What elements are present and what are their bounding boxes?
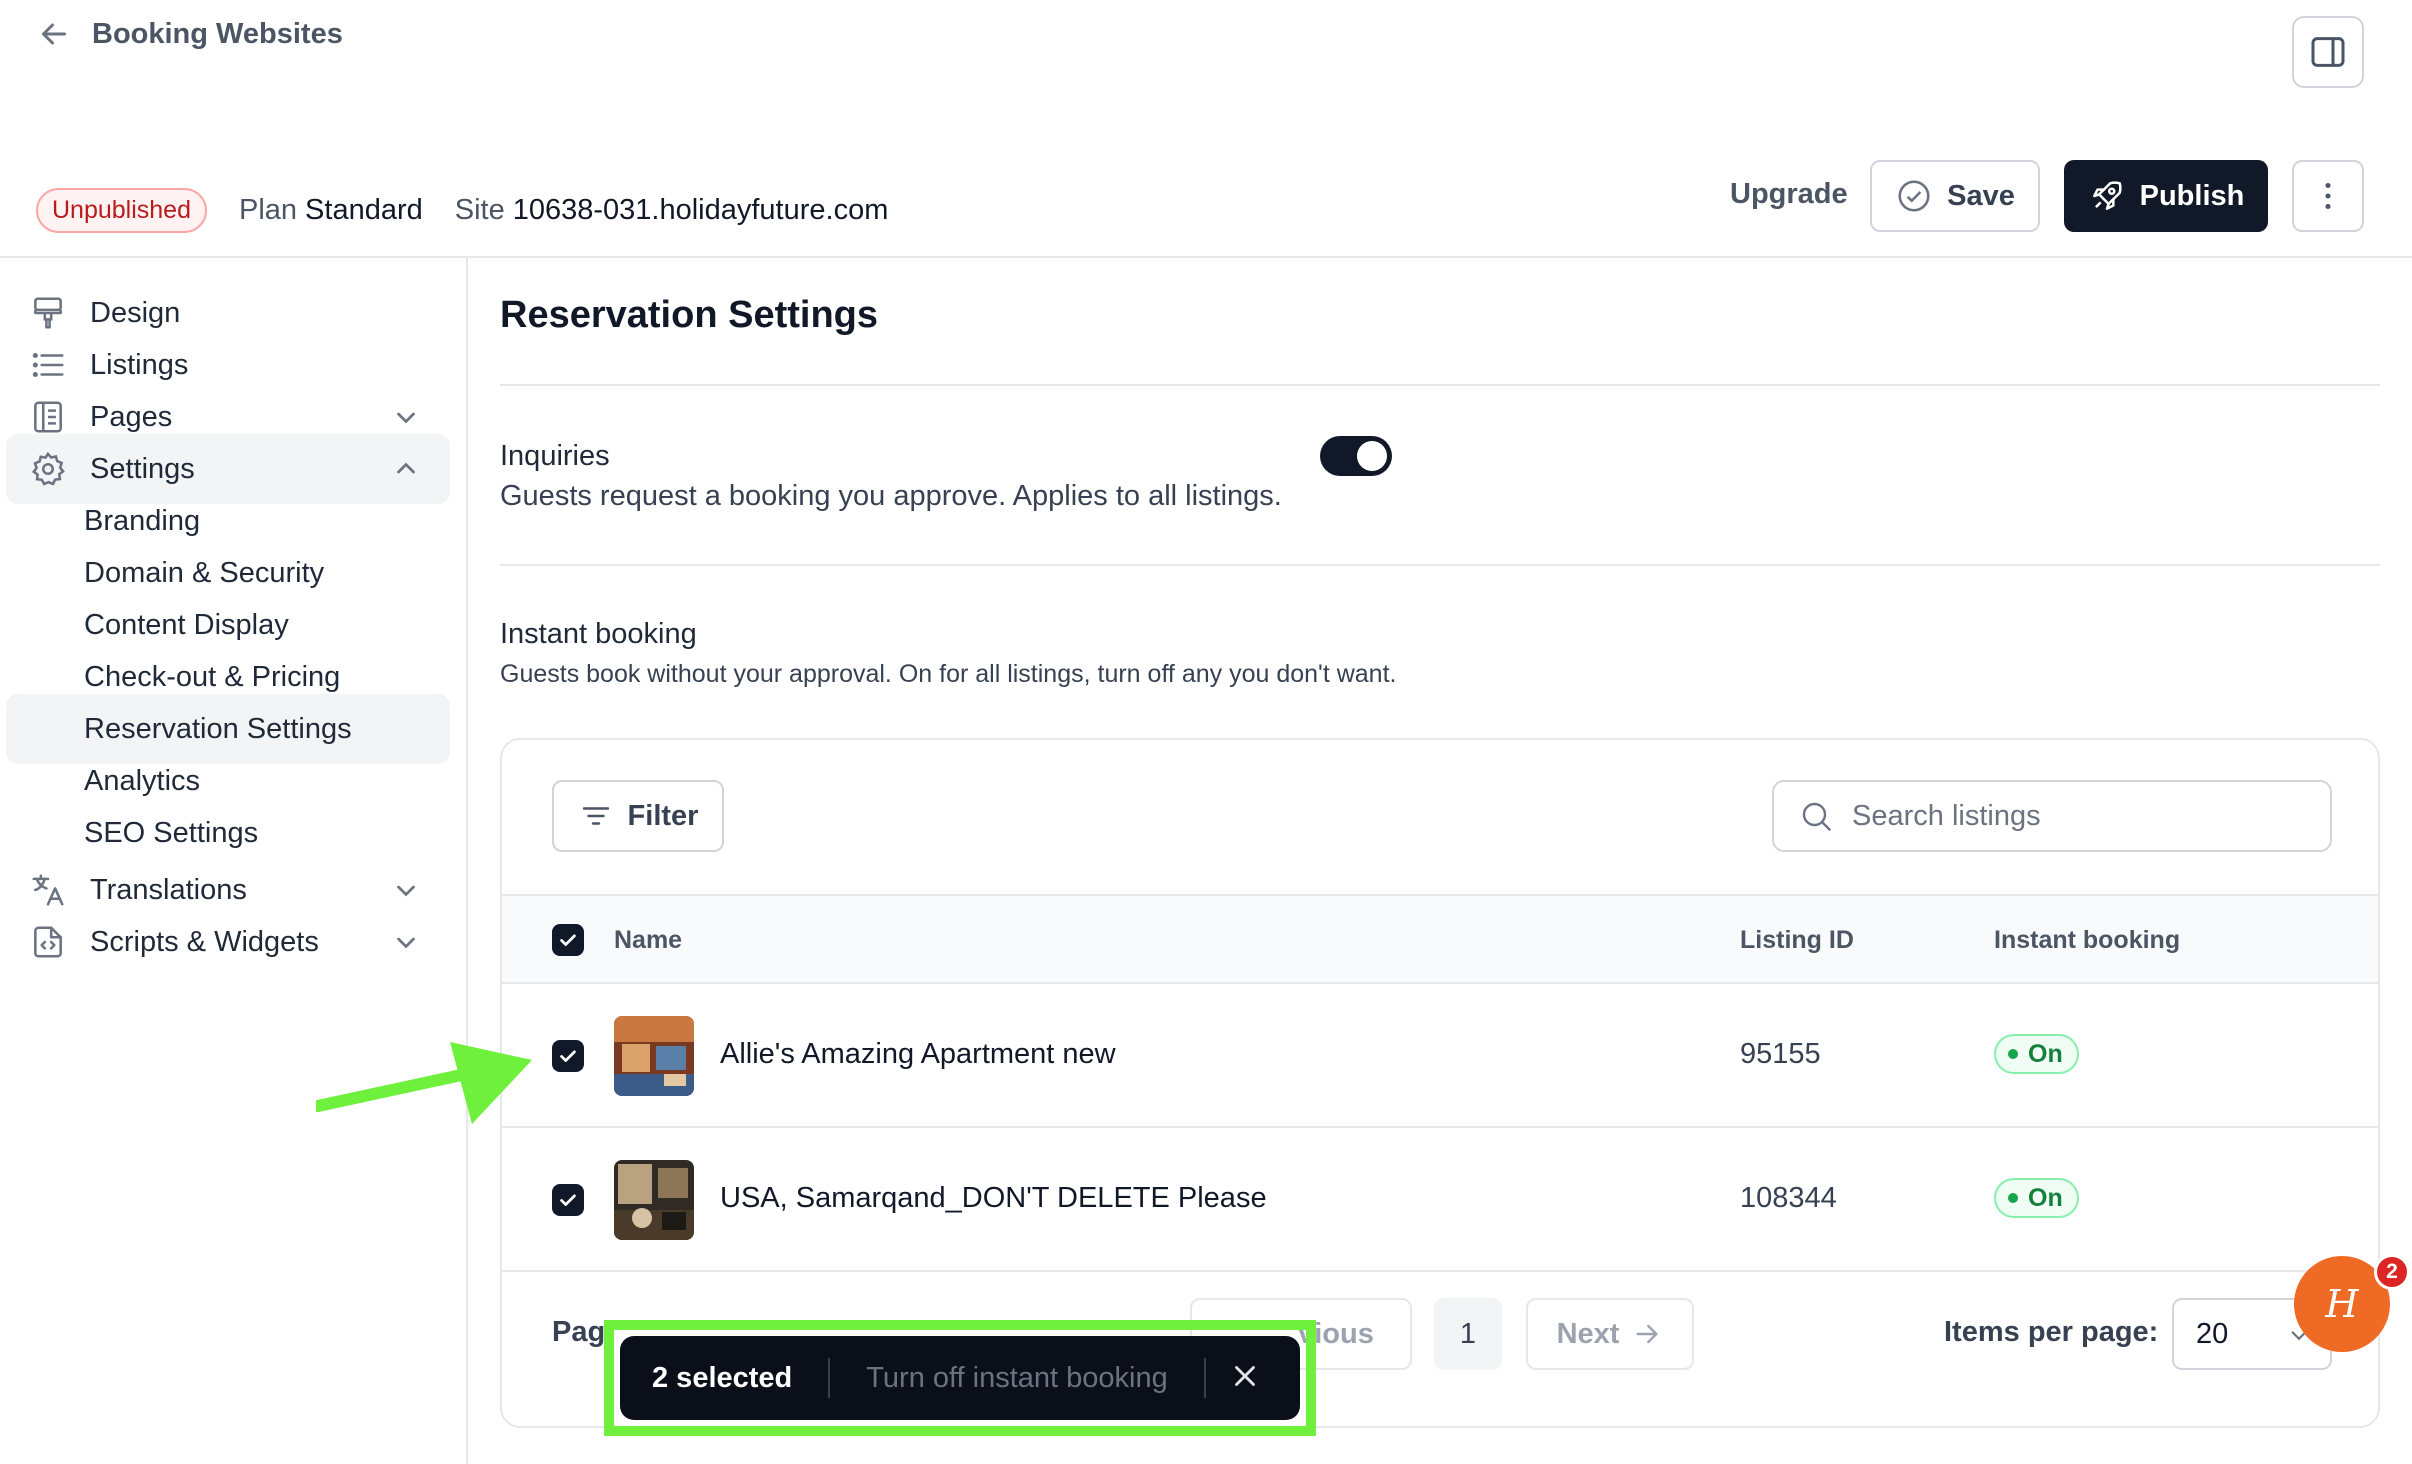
filter-button-label: Filter [627, 799, 699, 832]
sidebar-panel-icon [2311, 37, 2345, 67]
check-circle-icon [1898, 180, 1930, 212]
items-per-page-label: Items per page: [1944, 1316, 2159, 1348]
sidebar: Design Listings Pages Settings Branding … [0, 258, 468, 1464]
table-row[interactable]: USA, Samarqand_DON'T DELETE Please 10834… [502, 1128, 2378, 1272]
sidebar-item-label: Design [90, 296, 181, 329]
next-button-label: Next [1556, 1317, 1620, 1350]
more-options-button[interactable] [2292, 160, 2364, 232]
listing-thumbnail [614, 1016, 694, 1096]
selected-count: 2 selected [652, 1361, 793, 1394]
sidebar-item-label: Translations [90, 873, 247, 906]
current-page-number[interactable]: 1 [1434, 1298, 1502, 1370]
sidebar-item-label: Pages [90, 400, 173, 433]
column-header-listing-id[interactable]: Listing ID [1740, 926, 1854, 955]
translate-icon [28, 870, 68, 910]
sidebar-item-label: Scripts & Widgets [90, 925, 319, 958]
plan-label: Plan [239, 194, 298, 226]
list-icon [28, 345, 68, 385]
check-icon [560, 1194, 576, 1206]
bulk-action-bar: 2 selected Turn off instant booking [620, 1336, 1300, 1420]
table-row[interactable]: Allie's Amazing Apartment new 95155 On [502, 984, 2378, 1128]
sidebar-item-scripts-widgets[interactable]: Scripts & Widgets [6, 907, 450, 977]
pages-icon [28, 397, 68, 437]
search-input[interactable] [1852, 799, 2312, 833]
publish-button[interactable]: Publish [2064, 160, 2268, 232]
paint-roller-icon [28, 293, 68, 333]
status-dot [2008, 1049, 2018, 1059]
site-value[interactable]: 10638-031.holidayfuture.com [513, 194, 889, 227]
listing-id: 108344 [1740, 1182, 1837, 1214]
inquiries-description: Guests request a booking you approve. Ap… [500, 480, 1282, 512]
row-checkbox[interactable] [552, 1184, 584, 1216]
column-header-name[interactable]: Name [614, 926, 682, 955]
status-label: On [2028, 1039, 2063, 1068]
upgrade-button[interactable]: Upgrade [1730, 178, 1848, 211]
site-meta: Unpublished Plan Standard Site 10638-031… [36, 188, 920, 233]
check-icon [560, 1050, 576, 1062]
plan-value: Standard [305, 194, 423, 226]
chevron-down-icon [397, 412, 415, 424]
instant-booking-status-badge: On [1994, 1178, 2079, 1218]
divider [500, 384, 2380, 386]
arrow-right-icon [1636, 1324, 1658, 1344]
back-link[interactable]: Booking Websites [36, 16, 343, 52]
chevron-down-icon [397, 885, 415, 897]
annotation-arrow-icon [316, 1042, 532, 1124]
help-logo: H [2325, 1282, 2359, 1326]
sidebar-item-label: Settings [90, 452, 195, 485]
clear-selection-button[interactable] [1228, 1359, 1262, 1398]
table-header: Name Listing ID Instant booking [502, 894, 2378, 984]
filter-icon [582, 807, 609, 825]
sidebar-item-label: Listings [90, 348, 189, 381]
notification-badge: 2 [2374, 1254, 2410, 1290]
toggle-panel-button[interactable] [2292, 16, 2364, 88]
pagination-label: Pag [552, 1316, 606, 1348]
close-icon [1234, 1365, 1255, 1386]
search-field[interactable] [1772, 780, 2332, 852]
status-label: On [2028, 1183, 2063, 1212]
inquiries-toggle[interactable] [1320, 436, 1392, 476]
row-checkbox[interactable] [552, 1040, 584, 1072]
filter-button[interactable]: Filter [552, 780, 724, 852]
instant-booking-status-badge: On [1994, 1034, 2079, 1074]
chevron-down-icon [397, 937, 415, 949]
vertical-dots-icon [2325, 182, 2331, 210]
divider [828, 1358, 831, 1398]
listing-thumbnail [614, 1160, 694, 1240]
instant-booking-title: Instant booking [500, 618, 697, 650]
divider [1203, 1358, 1206, 1398]
publish-button-label: Publish [2139, 179, 2245, 212]
save-button-label: Save [1947, 179, 2015, 212]
turn-off-instant-booking-button[interactable]: Turn off instant booking [866, 1362, 1167, 1395]
status-dot [2008, 1193, 2018, 1203]
items-per-page-value: 20 [2196, 1317, 2229, 1350]
top-header: Booking Websites Unpublished Plan Standa… [0, 0, 2412, 258]
code-file-icon [28, 922, 68, 962]
rocket-icon [2092, 181, 2122, 210]
instant-booking-description: Guests book without your approval. On fo… [500, 660, 1397, 688]
status-badge: Unpublished [36, 188, 207, 233]
listing-id: 95155 [1740, 1038, 1821, 1070]
search-icon [1802, 802, 1831, 831]
arrow-left-icon [42, 23, 66, 45]
inquiries-title: Inquiries [500, 440, 610, 472]
check-icon [560, 934, 576, 946]
gear-icon [28, 449, 68, 489]
chevron-up-icon [397, 462, 415, 474]
listing-name: USA, Samarqand_DON'T DELETE Please [720, 1182, 1267, 1214]
select-all-checkbox[interactable] [552, 924, 584, 956]
next-page-button[interactable]: Next [1526, 1298, 1694, 1370]
site-label: Site [454, 194, 505, 226]
back-link-label: Booking Websites [92, 17, 343, 50]
listing-name: Allie's Amazing Apartment new [720, 1038, 1116, 1070]
divider [500, 564, 2380, 566]
page-title: Reservation Settings [500, 294, 878, 336]
column-header-instant-booking[interactable]: Instant booking [1994, 926, 2180, 955]
save-button[interactable]: Save [1870, 160, 2040, 232]
